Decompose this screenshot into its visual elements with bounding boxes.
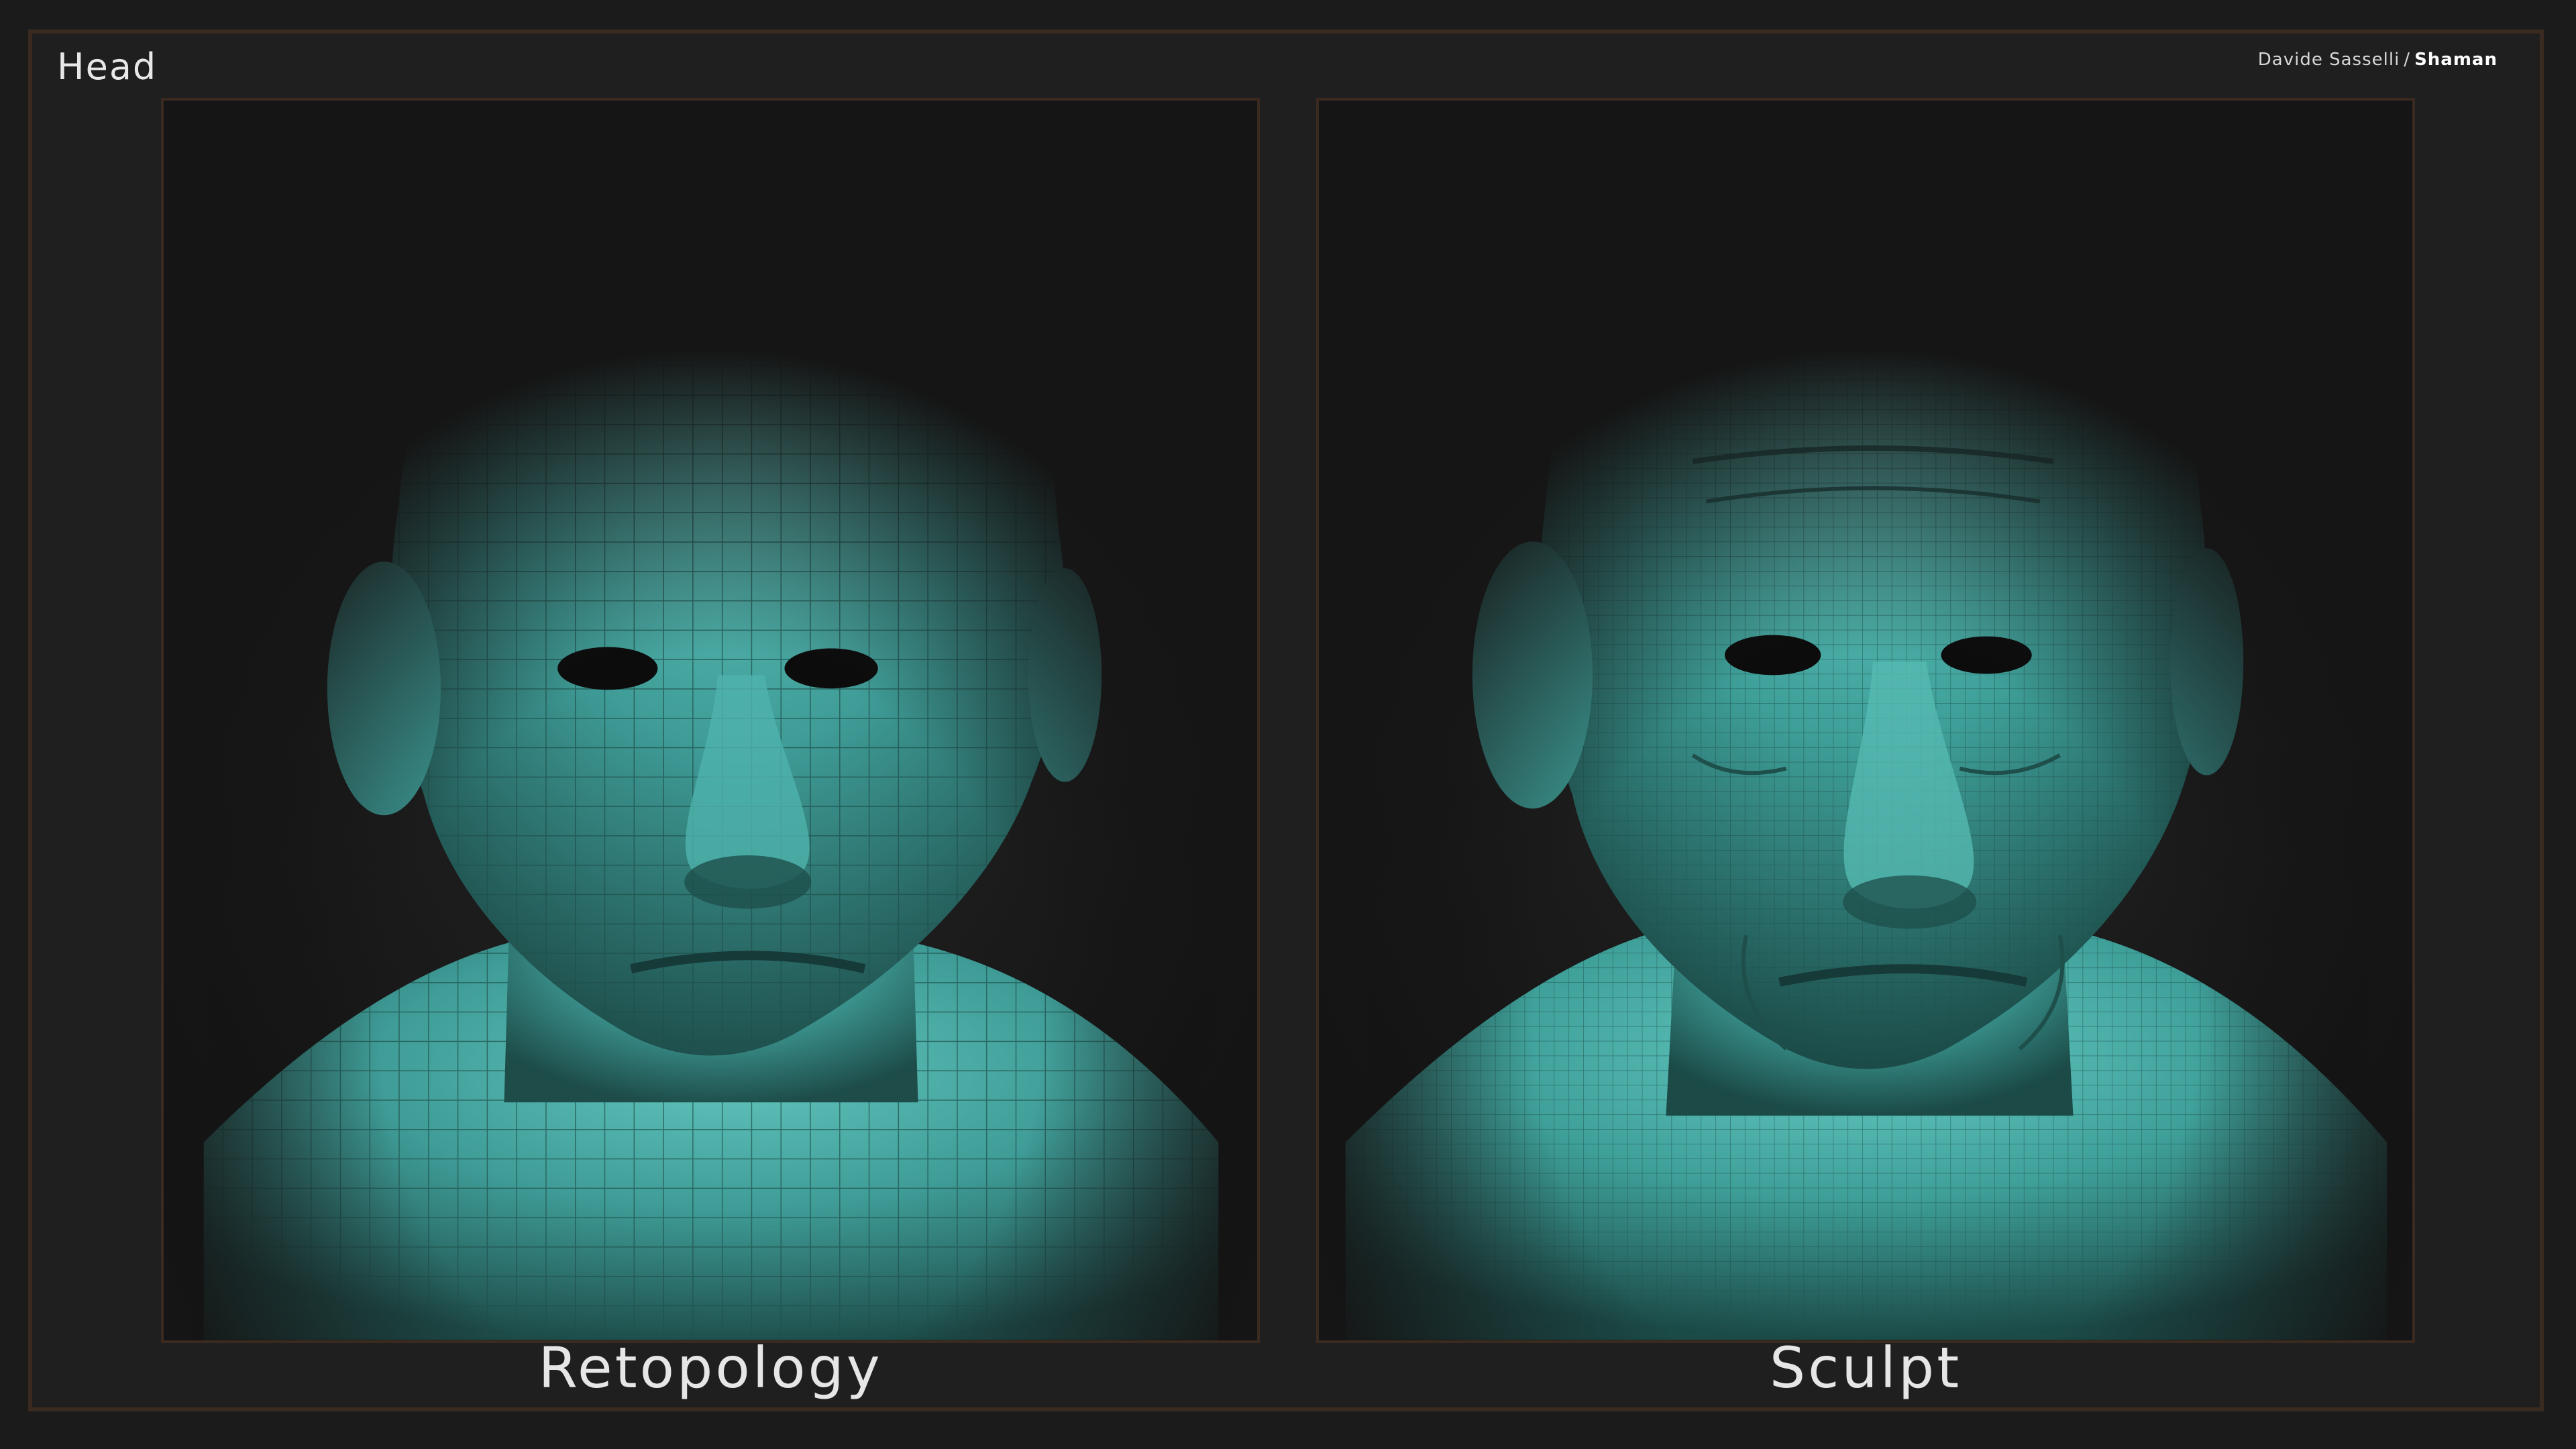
- sculpt-caption: Sculpt: [1769, 1335, 1962, 1401]
- retopology-panel: [161, 98, 1260, 1343]
- credit-separator: /: [2404, 50, 2411, 70]
- project-name: Shaman: [2414, 50, 2498, 70]
- sculpt-render: [1319, 101, 2412, 1340]
- page-title: Head: [57, 46, 158, 88]
- credit-line: Davide Sasselli / Shaman: [2258, 50, 2498, 70]
- retopology-render: [164, 101, 1257, 1340]
- sculpt-panel: [1316, 98, 2415, 1343]
- artist-name: Davide Sasselli: [2257, 50, 2400, 70]
- retopology-caption: Retopology: [538, 1335, 883, 1401]
